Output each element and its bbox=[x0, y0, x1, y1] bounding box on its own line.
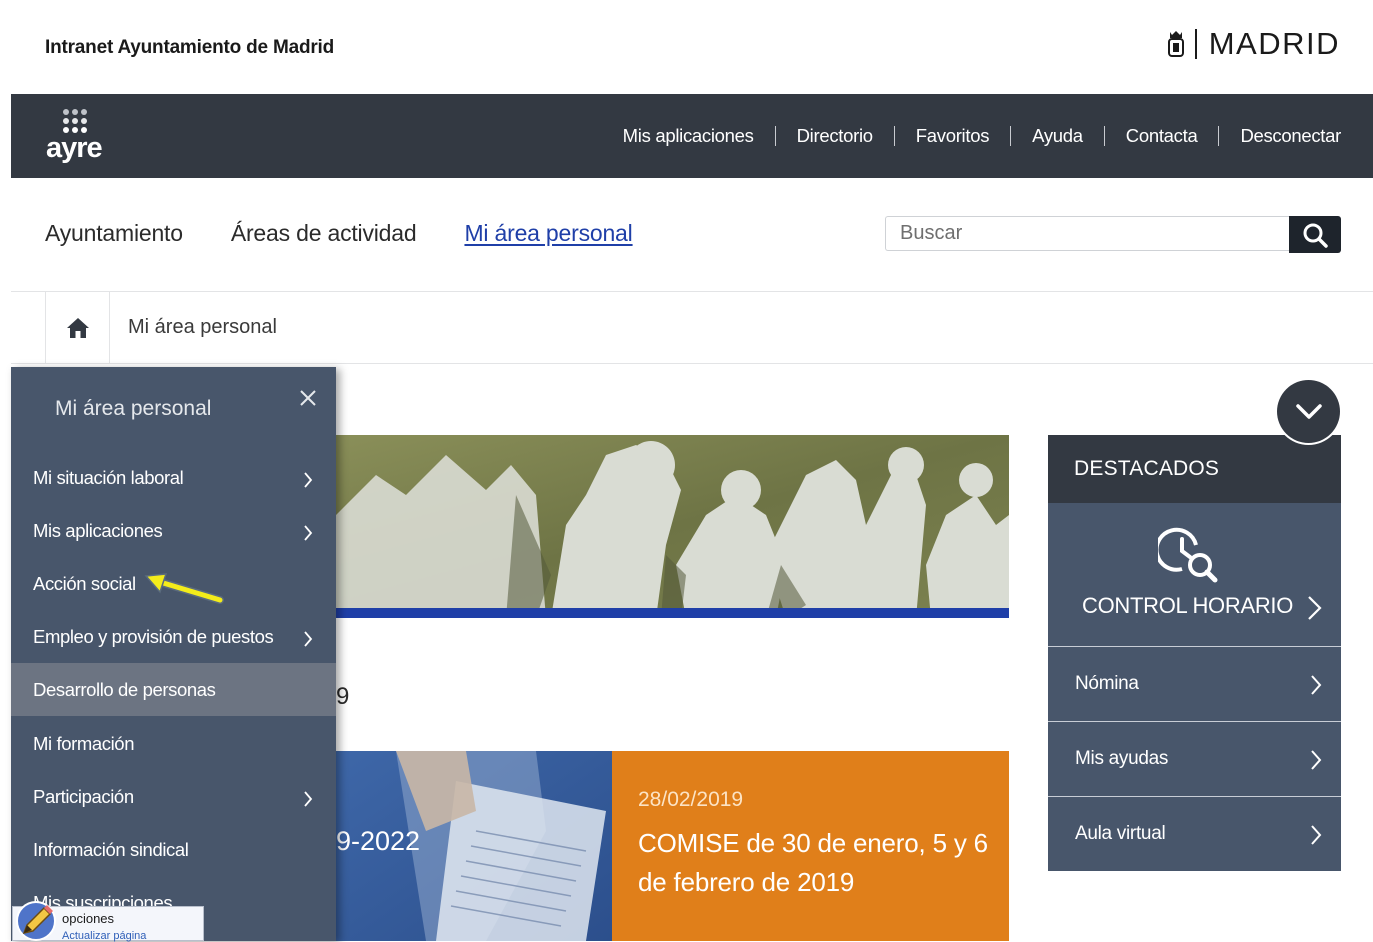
side-menu-item-desarrollo-de-personas[interactable]: Desarrollo de personas bbox=[11, 663, 336, 716]
side-menu-item-informacion-sindical[interactable]: Información sindical bbox=[11, 823, 336, 876]
main-navigation: Ayuntamiento Áreas de actividad Mi área … bbox=[45, 220, 633, 247]
side-menu-item-mi-formacion[interactable]: Mi formación bbox=[11, 717, 336, 770]
side-menu-item-label: Empleo y provisión de puestos bbox=[33, 626, 274, 647]
link-favoritos[interactable]: Favoritos bbox=[916, 125, 990, 147]
hero-accent-bar bbox=[336, 608, 1009, 618]
destacados-panel: DESTACADOS CONTROL HORARIO Nómina Mis ay… bbox=[1048, 435, 1341, 871]
chevron-right-icon bbox=[304, 525, 313, 541]
options-sublabel[interactable]: Actualizar página bbox=[62, 930, 146, 942]
nav-ayuntamiento[interactable]: Ayuntamiento bbox=[45, 220, 183, 247]
news-card-date: 28/02/2019 bbox=[638, 788, 744, 811]
link-ayuda[interactable]: Ayuda bbox=[1032, 125, 1083, 147]
ayre-logo[interactable]: ayre bbox=[46, 104, 110, 166]
logo-separator bbox=[1194, 29, 1197, 59]
chevron-right-icon bbox=[304, 472, 313, 488]
madrid-crest-icon bbox=[1167, 31, 1184, 57]
side-menu-item-label: Mis aplicaciones bbox=[33, 520, 163, 541]
side-menu-item-label: Mi situación laboral bbox=[33, 467, 184, 488]
separator bbox=[1103, 126, 1105, 146]
collapse-button[interactable] bbox=[1277, 380, 1340, 443]
destacado-label: Mis ayudas bbox=[1075, 748, 1169, 769]
breadcrumb-current: Mi área personal bbox=[128, 316, 277, 338]
side-menu-item-label: Acción social bbox=[33, 573, 136, 594]
divider bbox=[11, 363, 1373, 364]
chevron-right-icon bbox=[304, 631, 313, 647]
ayre-dots-icon bbox=[63, 109, 87, 133]
separator bbox=[774, 126, 776, 146]
top-navbar: ayre Mis aplicaciones Directorio Favorit… bbox=[11, 94, 1373, 178]
news-card-title[interactable]: COMISE de 30 de enero, 5 y 6 de febrero … bbox=[638, 824, 988, 902]
news-card-title-partial[interactable]: 9-2022 bbox=[336, 826, 420, 857]
link-desconectar[interactable]: Desconectar bbox=[1240, 125, 1341, 147]
search-input[interactable] bbox=[885, 216, 1289, 251]
link-contacta[interactable]: Contacta bbox=[1126, 125, 1198, 147]
link-mis-aplicaciones[interactable]: Mis aplicaciones bbox=[623, 125, 754, 147]
separator bbox=[1218, 126, 1220, 146]
chevron-right-icon bbox=[1311, 825, 1322, 845]
side-menu: Mi área personal Mi situación laboral Mi… bbox=[11, 367, 336, 941]
destacado-item-nomina[interactable]: Nómina bbox=[1048, 646, 1341, 722]
hero-image[interactable] bbox=[336, 435, 1009, 618]
link-directorio[interactable]: Directorio bbox=[797, 125, 873, 147]
destacado-label: Nómina bbox=[1075, 673, 1139, 694]
section-heading-partial: 9 bbox=[336, 683, 350, 710]
chevron-right-icon bbox=[1308, 596, 1322, 620]
side-menu-item-mi-situacion-laboral[interactable]: Mi situación laboral bbox=[11, 451, 336, 504]
side-menu-item-label: Participación bbox=[33, 786, 134, 807]
control-horario-link[interactable]: CONTROL HORARIO bbox=[1082, 593, 1293, 619]
destacado-item-aula-virtual[interactable]: Aula virtual bbox=[1048, 796, 1341, 872]
ayre-wordmark: ayre bbox=[46, 132, 103, 164]
side-menu-title: Mi área personal bbox=[55, 397, 212, 420]
destacados-header: DESTACADOS bbox=[1048, 435, 1341, 503]
madrid-wordmark: MADRID bbox=[1208, 26, 1340, 61]
search-icon bbox=[1303, 223, 1328, 248]
paper-people-illustration bbox=[336, 435, 1009, 618]
chevron-right-icon bbox=[1311, 675, 1322, 695]
side-menu-item-mis-aplicaciones[interactable]: Mis aplicaciones bbox=[11, 504, 336, 557]
side-menu-item-empleo[interactable]: Empleo y provisión de puestos bbox=[11, 610, 336, 663]
chevron-down-icon bbox=[1295, 403, 1322, 419]
side-menu-item-label: Información sindical bbox=[33, 839, 189, 860]
madrid-logo[interactable]: MADRID bbox=[1167, 26, 1340, 62]
pencil-icon[interactable] bbox=[14, 899, 60, 941]
separator bbox=[893, 126, 895, 146]
nav-mi-area-personal[interactable]: Mi área personal bbox=[464, 220, 632, 247]
annotation-arrow-icon bbox=[144, 573, 224, 604]
options-label[interactable]: opciones bbox=[62, 911, 114, 926]
nav-areas-de-actividad[interactable]: Áreas de actividad bbox=[231, 220, 417, 247]
side-menu-item-participacion[interactable]: Participación bbox=[11, 770, 336, 823]
chevron-right-icon bbox=[1311, 750, 1322, 770]
destacado-label: Aula virtual bbox=[1075, 823, 1166, 844]
clock-search-icon bbox=[1158, 527, 1218, 583]
close-icon[interactable] bbox=[299, 389, 317, 407]
site-title: Intranet Ayuntamiento de Madrid bbox=[45, 37, 335, 58]
separator bbox=[1010, 126, 1012, 146]
divider bbox=[11, 291, 1373, 292]
destacado-item-mis-ayudas[interactable]: Mis ayudas bbox=[1048, 721, 1341, 797]
utility-links: Mis aplicaciones Directorio Favoritos Ay… bbox=[623, 94, 1341, 178]
side-menu-item-label: Mi formación bbox=[33, 733, 135, 754]
search-button[interactable] bbox=[1289, 216, 1341, 253]
chevron-right-icon bbox=[304, 791, 313, 807]
home-icon bbox=[66, 317, 89, 338]
destacados-title: DESTACADOS bbox=[1074, 457, 1220, 480]
breadcrumb-home[interactable] bbox=[45, 292, 110, 363]
side-menu-item-label: Desarrollo de personas bbox=[33, 679, 216, 700]
